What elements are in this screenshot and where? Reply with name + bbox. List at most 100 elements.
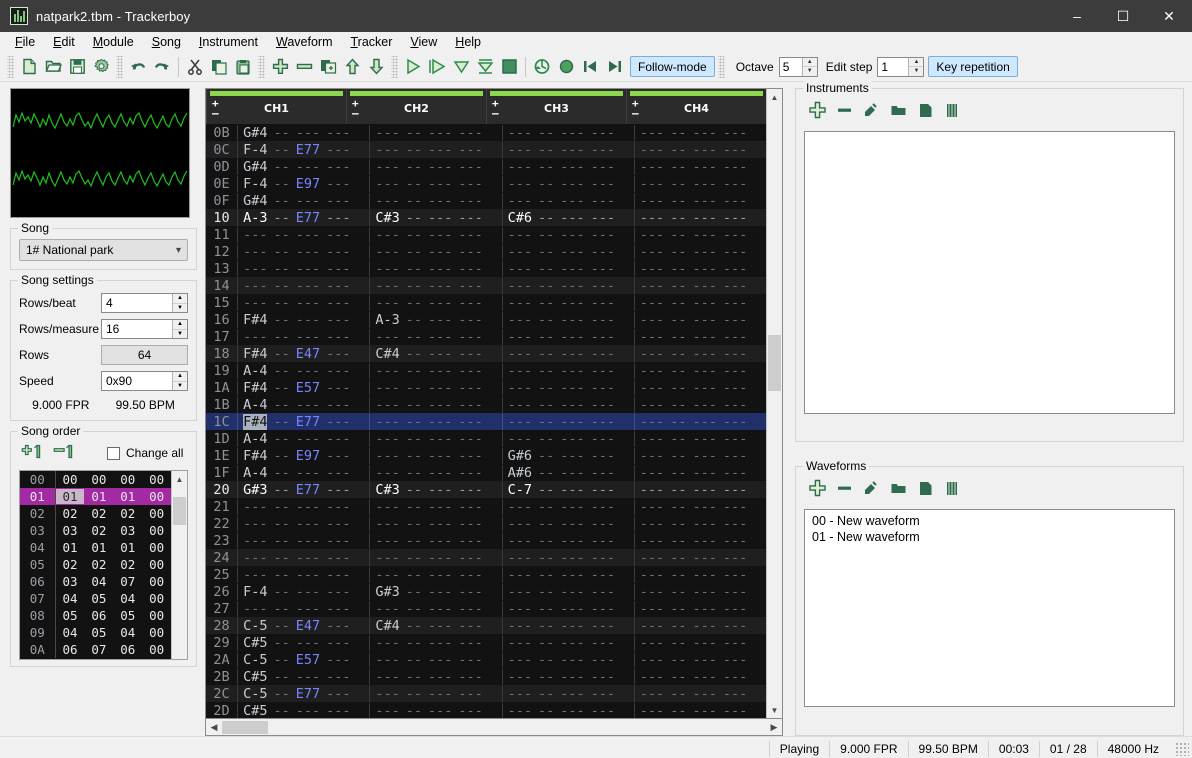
pattern-cell[interactable]: --- -- --- --- [369, 566, 501, 583]
pattern-effect2-empty[interactable]: --- [591, 550, 615, 566]
pattern-cell[interactable]: --- -- --- --- [369, 668, 501, 685]
pattern-instrument[interactable]: -- [670, 618, 686, 634]
pattern-cell[interactable]: --- -- --- --- [633, 464, 766, 481]
pattern-effect2-empty[interactable]: --- [723, 142, 747, 158]
pattern-effect2-empty[interactable]: --- [723, 346, 747, 362]
pattern-note-empty[interactable]: --- [243, 227, 267, 243]
pattern-effect-empty[interactable]: --- [560, 380, 584, 396]
pattern-effect-empty[interactable]: --- [428, 363, 452, 379]
pattern-effect2-empty[interactable]: --- [723, 329, 747, 345]
order-cell[interactable]: 06 [56, 642, 85, 657]
pattern-effect2-empty[interactable]: --- [591, 533, 615, 549]
pattern-instrument[interactable]: -- [406, 703, 422, 719]
pattern-note-empty[interactable]: --- [375, 703, 399, 719]
order-cell[interactable]: 05 [84, 591, 113, 606]
pattern-effect-empty[interactable]: --- [428, 550, 452, 566]
pattern-effect-empty[interactable]: --- [428, 295, 452, 311]
prev-pattern-icon[interactable] [578, 55, 602, 79]
pattern-effect2-empty[interactable]: --- [326, 703, 350, 719]
play-pattern-icon[interactable] [425, 55, 449, 79]
pattern-effect-empty[interactable]: --- [428, 499, 452, 515]
pattern-effect-empty[interactable]: --- [296, 567, 320, 583]
pattern-instrument[interactable]: -- [538, 567, 554, 583]
pattern-instrument[interactable]: -- [273, 227, 289, 243]
pattern-cell[interactable]: --- -- --- --- [633, 532, 766, 549]
order-row[interactable]: 09 04 05 04 00 [20, 624, 171, 641]
pattern-note-empty[interactable]: --- [375, 550, 399, 566]
pattern-cell[interactable]: --- -- --- --- [633, 566, 766, 583]
pattern-instrument[interactable]: -- [538, 465, 554, 481]
pattern-instrument[interactable]: -- [538, 278, 554, 294]
menu-item-edit[interactable]: Edit [44, 33, 84, 51]
list-item[interactable]: 01 - New waveform [810, 529, 1169, 545]
pattern-instrument[interactable]: -- [406, 465, 422, 481]
pattern-effect2-empty[interactable]: --- [591, 278, 615, 294]
pattern-instrument[interactable]: -- [670, 652, 686, 668]
pattern-note-empty[interactable]: --- [508, 261, 532, 277]
pattern-effect-empty[interactable]: --- [692, 244, 716, 260]
play-icon[interactable] [401, 55, 425, 79]
order-row[interactable]: 0A 06 07 06 00 [20, 641, 171, 658]
pattern-effect2-empty[interactable]: --- [591, 346, 615, 362]
pattern-cell[interactable]: --- -- --- --- [237, 532, 369, 549]
pattern-note[interactable]: F-4 [243, 584, 267, 600]
order-cell[interactable]: 00 [142, 557, 171, 572]
pattern-effect2-empty[interactable]: --- [326, 380, 350, 396]
pattern-effect-empty[interactable]: --- [428, 125, 452, 141]
pattern-instrument[interactable]: -- [538, 142, 554, 158]
pattern-effect-empty[interactable]: --- [428, 414, 452, 430]
open-icon[interactable] [889, 101, 908, 123]
pattern-note-empty[interactable]: --- [508, 159, 532, 175]
pattern-effect-empty[interactable]: --- [428, 261, 452, 277]
pattern-cell[interactable]: C#3 -- --- --- [369, 481, 501, 498]
pattern-cell[interactable]: --- -- --- --- [501, 243, 634, 260]
pattern-effect2-empty[interactable]: --- [723, 482, 747, 498]
pattern-effect[interactable]: E77 [296, 414, 320, 430]
octave-stepper[interactable]: 5 ▲ ▼ [778, 56, 818, 77]
pattern-note-empty[interactable]: --- [375, 431, 399, 447]
pattern-effect2-empty[interactable]: --- [723, 635, 747, 651]
pattern-note-empty[interactable]: --- [243, 516, 267, 532]
pattern-instrument[interactable]: -- [273, 567, 289, 583]
pattern-instrument[interactable]: -- [273, 448, 289, 464]
pattern-note-empty[interactable]: --- [508, 278, 532, 294]
pattern-cell[interactable]: --- -- --- --- [237, 600, 369, 617]
pattern-instrument[interactable]: -- [538, 346, 554, 362]
pattern-instrument[interactable]: -- [273, 295, 289, 311]
pattern-effect2-empty[interactable]: --- [591, 295, 615, 311]
pattern-effect[interactable]: E77 [296, 210, 320, 226]
pattern-note[interactable]: A-3 [375, 312, 399, 328]
pattern-note-empty[interactable]: --- [508, 533, 532, 549]
pattern-effect-empty[interactable]: --- [560, 482, 584, 498]
pattern-cell[interactable]: --- -- --- --- [369, 600, 501, 617]
pattern-effect-empty[interactable]: --- [692, 312, 716, 328]
octave-value[interactable]: 5 [780, 58, 802, 76]
setting-input[interactable]: 0x90 ▲ ▼ [101, 371, 188, 391]
pattern-row[interactable]: 14 --- -- --- --- --- -- --- --- --- -- --- --- --- --… [206, 277, 766, 294]
pattern-instrument[interactable]: -- [670, 533, 686, 549]
pattern-cell[interactable]: --- -- --- --- [369, 430, 501, 447]
pattern-effect-empty[interactable]: --- [296, 550, 320, 566]
pattern-note-empty[interactable]: --- [640, 703, 664, 719]
pattern-effect[interactable]: E97 [296, 448, 320, 464]
pattern-effect2-empty[interactable]: --- [458, 550, 482, 566]
pattern-effect-empty[interactable]: --- [296, 363, 320, 379]
pattern-effect-empty[interactable]: --- [296, 329, 320, 345]
pattern-row[interactable]: 22 --- -- --- --- --- -- --- --- --- -- --- --- --- --… [206, 515, 766, 532]
pattern-note-empty[interactable]: --- [640, 618, 664, 634]
pattern-cell[interactable]: --- -- --- --- [369, 447, 501, 464]
pattern-instrument[interactable]: -- [538, 601, 554, 617]
pattern-effect2-empty[interactable]: --- [458, 142, 482, 158]
pattern-instrument[interactable]: -- [273, 397, 289, 413]
pattern-note-empty[interactable]: --- [640, 431, 664, 447]
pattern-cell[interactable]: C-5 -- E47 --- [237, 617, 369, 634]
pattern-instrument[interactable]: -- [406, 431, 422, 447]
pattern-note-empty[interactable]: --- [640, 193, 664, 209]
waveforms-list[interactable]: 00 - New waveform 01 - New waveform [804, 509, 1175, 708]
pattern-note-empty[interactable]: --- [375, 244, 399, 260]
pattern-channel-header-ch4[interactable]: + – CH4 [626, 89, 766, 124]
change-all-checkbox[interactable]: Change all [107, 446, 183, 460]
add-icon[interactable] [808, 479, 827, 501]
pattern-effect-empty[interactable]: --- [296, 601, 320, 617]
pattern-cell[interactable]: --- -- --- --- [501, 158, 634, 175]
